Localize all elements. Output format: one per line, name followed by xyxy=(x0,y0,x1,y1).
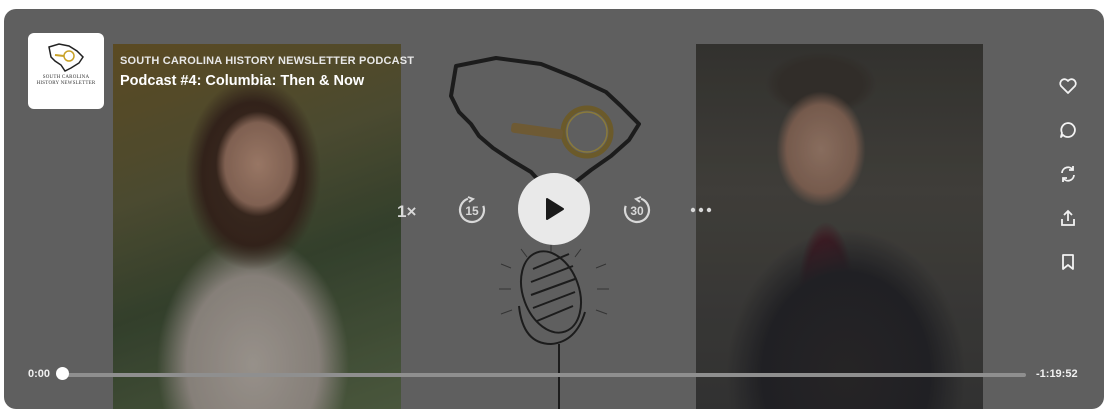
logo-text-line2: HISTORY NEWSLETTER xyxy=(36,81,96,86)
bookmark-icon xyxy=(1062,254,1074,270)
more-horizontal-icon xyxy=(690,207,712,213)
logo-text: SOUTH CAROLINA HISTORY NEWSLETTER xyxy=(37,75,96,87)
podcast-player: SOUTH CAROLINA HISTORY NEWSLETTER SOUTH … xyxy=(4,9,1104,409)
progress-knob[interactable] xyxy=(56,367,69,380)
progress-track[interactable] xyxy=(62,373,1026,377)
skip-forward-30-icon: 30 xyxy=(623,196,651,224)
podcast-name[interactable]: SOUTH CAROLINA HISTORY NEWSLETTER PODCAS… xyxy=(120,55,414,67)
play-button[interactable] xyxy=(518,173,590,245)
skip-forward-seconds: 30 xyxy=(630,204,644,218)
comment-button[interactable] xyxy=(1058,120,1078,145)
skip-back-seconds: 15 xyxy=(465,204,479,218)
skip-forward-button[interactable]: 30 xyxy=(621,194,653,231)
comment-icon xyxy=(1060,122,1076,138)
repost-icon xyxy=(1061,166,1075,182)
bookmark-button[interactable] xyxy=(1058,252,1078,277)
play-icon xyxy=(546,198,564,220)
state-magnifier-logo-icon xyxy=(48,43,84,72)
skip-back-15-icon: 15 xyxy=(458,196,486,224)
heart-icon xyxy=(1059,78,1077,94)
episode-title[interactable]: Podcast #4: Columbia: Then & Now xyxy=(120,73,364,89)
playback-speed-button[interactable]: 1× xyxy=(397,202,416,222)
share-button[interactable] xyxy=(1058,208,1078,233)
like-button[interactable] xyxy=(1058,76,1078,101)
share-icon xyxy=(1061,209,1075,226)
podcast-logo[interactable]: SOUTH CAROLINA HISTORY NEWSLETTER xyxy=(28,33,104,109)
current-time: 0:00 xyxy=(28,368,51,380)
artwork-host-right xyxy=(696,44,983,409)
skip-back-button[interactable]: 15 xyxy=(456,194,488,231)
remaining-time: -1:19:52 xyxy=(1036,368,1078,380)
repost-button[interactable] xyxy=(1058,164,1078,189)
artwork-host-left xyxy=(113,44,401,409)
more-options-button[interactable] xyxy=(690,202,712,220)
